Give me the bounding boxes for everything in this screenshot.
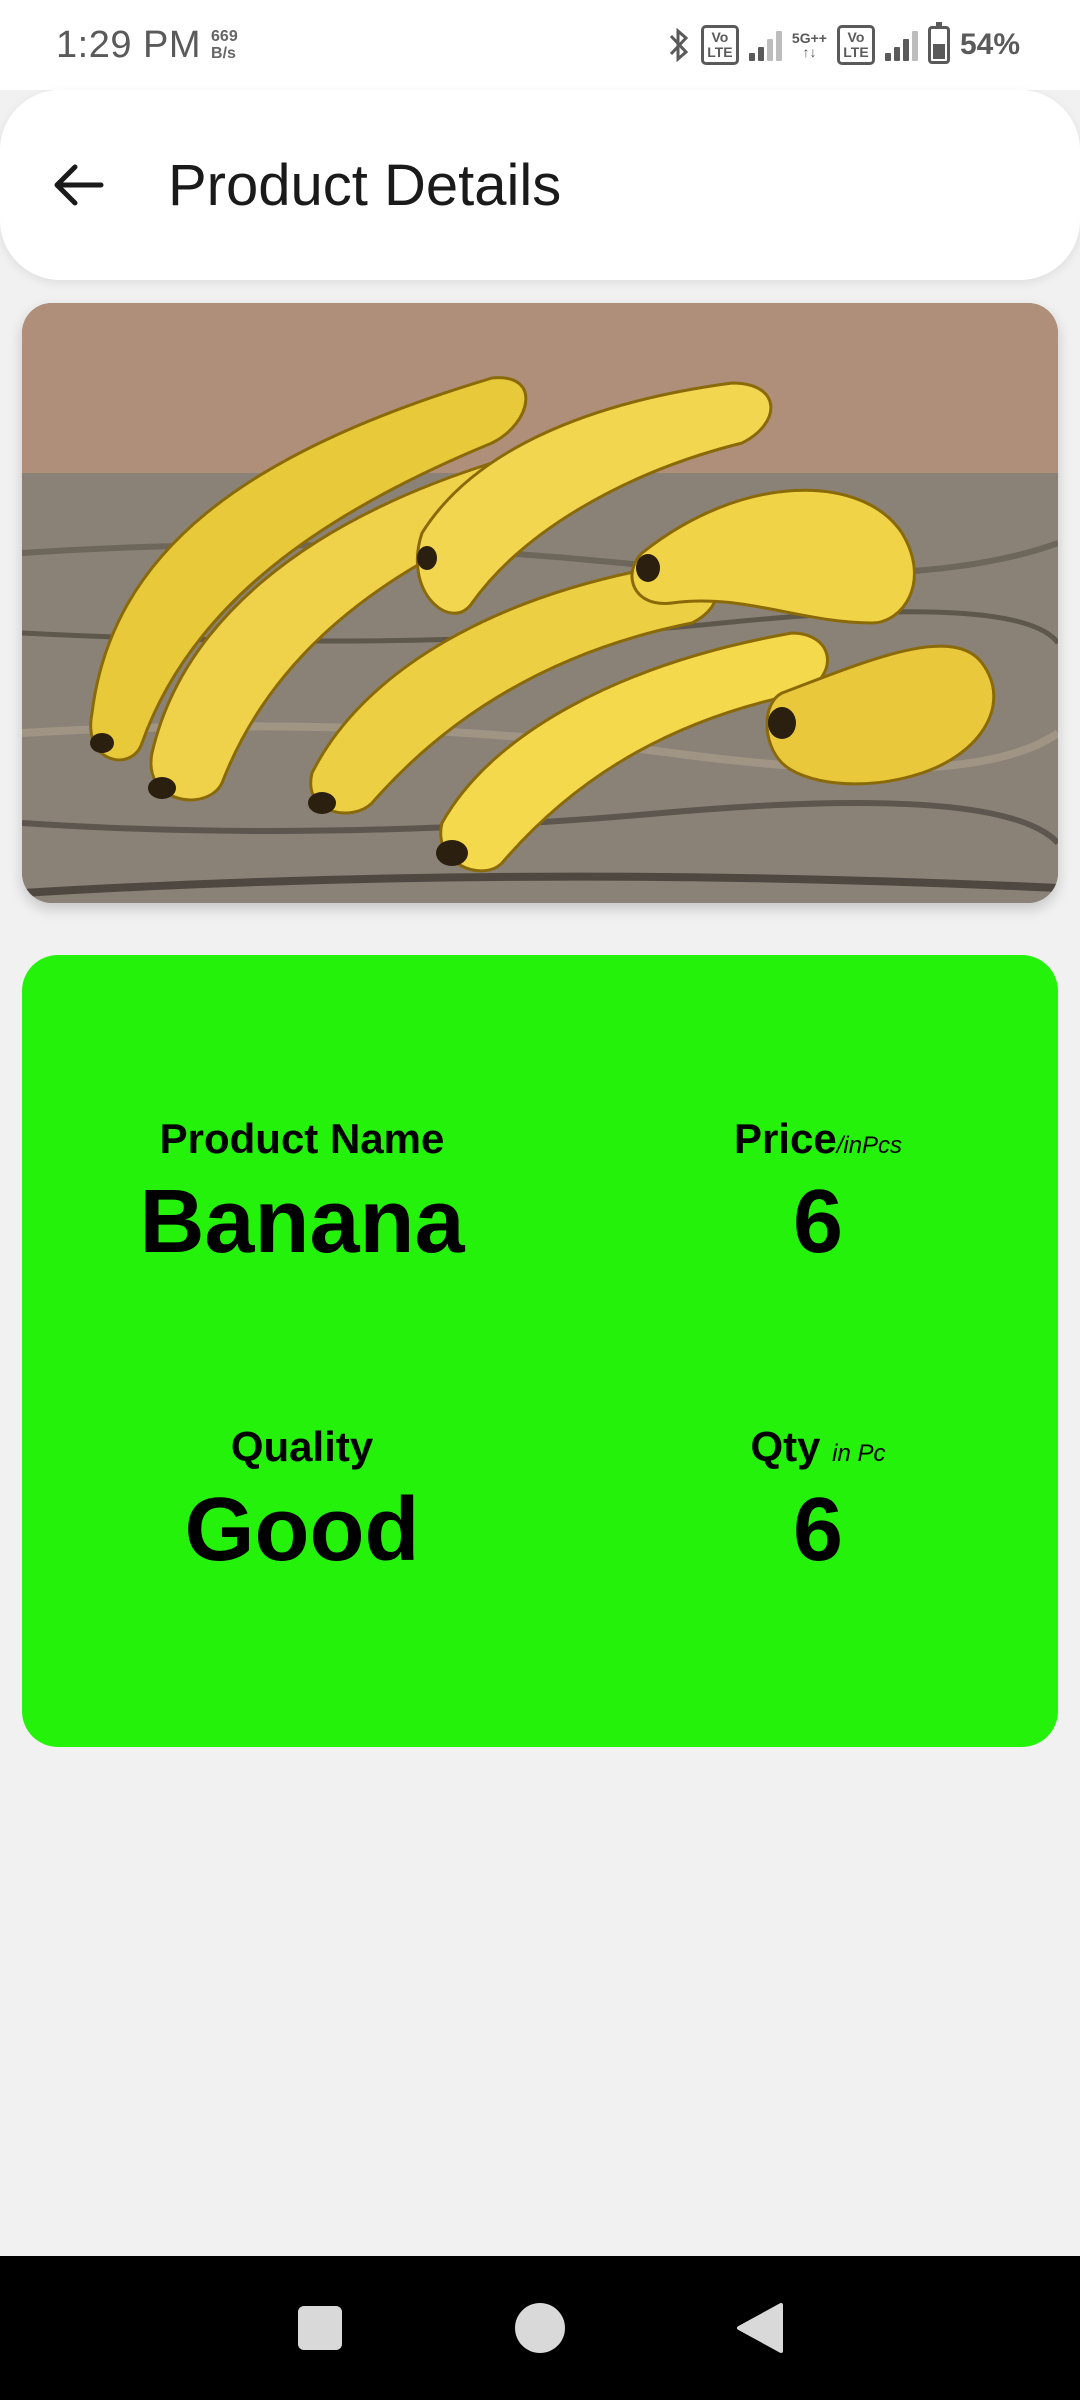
volte-icon: Vo LTE [700, 25, 739, 65]
qty-field: Qty in Pc 6 [578, 1423, 1058, 1575]
status-left: 1:29 PM 669 B/s [56, 24, 238, 67]
page-title: Product Details [168, 152, 562, 218]
network-speed-unit: B/s [211, 45, 236, 62]
product-name-value: Banana [139, 1172, 465, 1272]
product-info-card: Product Name Banana Price/inPcs 6 Qualit… [22, 955, 1058, 1747]
quality-value: Good [184, 1480, 420, 1580]
qty-value: 6 [792, 1480, 844, 1580]
home-circle-icon [515, 2303, 565, 2353]
status-icons: Vo LTE 5G++ ↑↓ Vo LTE 54% [667, 22, 1020, 65]
arrow-left-icon [54, 164, 104, 206]
recents-square-icon [298, 2306, 342, 2350]
volte-icon-2: Vo LTE [836, 25, 875, 65]
battery-percent: 54% [959, 28, 1020, 61]
back-triangle-icon [737, 2303, 783, 2353]
signal-icon-2 [884, 29, 918, 61]
quality-label: Quality [230, 1423, 374, 1470]
banana-image [22, 303, 1058, 903]
status-bar: 1:29 PM 669 B/s Vo LTE 5G++ ↑↓ Vo LTE 54% [0, 0, 1080, 90]
product-image [22, 303, 1058, 903]
signal-icon [748, 29, 782, 61]
system-back-button[interactable] [725, 2293, 795, 2363]
network-speed-value: 669 [211, 28, 238, 45]
price-label-row: Price/inPcs [578, 1115, 1058, 1163]
system-nav-bar [0, 2256, 1080, 2400]
bluetooth-icon [667, 26, 691, 64]
qty-label: Qty [750, 1423, 821, 1470]
quality-field: Quality Good [62, 1423, 542, 1575]
app-bar: Product Details [0, 90, 1080, 280]
battery-icon [927, 22, 950, 64]
product-name-label: Product Name [159, 1115, 445, 1162]
price-field: Price/inPcs 6 [578, 1115, 1058, 1267]
network-speed: 669 B/s [211, 28, 238, 62]
qty-label-row: Qty in Pc [578, 1423, 1058, 1471]
price-label: Price [733, 1115, 837, 1162]
price-unit: /inPcs [836, 1132, 903, 1159]
qty-unit: in Pc [832, 1440, 886, 1467]
recents-button[interactable] [285, 2293, 355, 2363]
5g-icon: 5G++ ↑↓ [791, 30, 827, 60]
price-value: 6 [792, 1172, 844, 1272]
back-button[interactable] [38, 145, 118, 225]
product-name-field: Product Name Banana [62, 1115, 542, 1267]
home-button[interactable] [505, 2293, 575, 2363]
status-time: 1:29 PM [56, 23, 202, 66]
